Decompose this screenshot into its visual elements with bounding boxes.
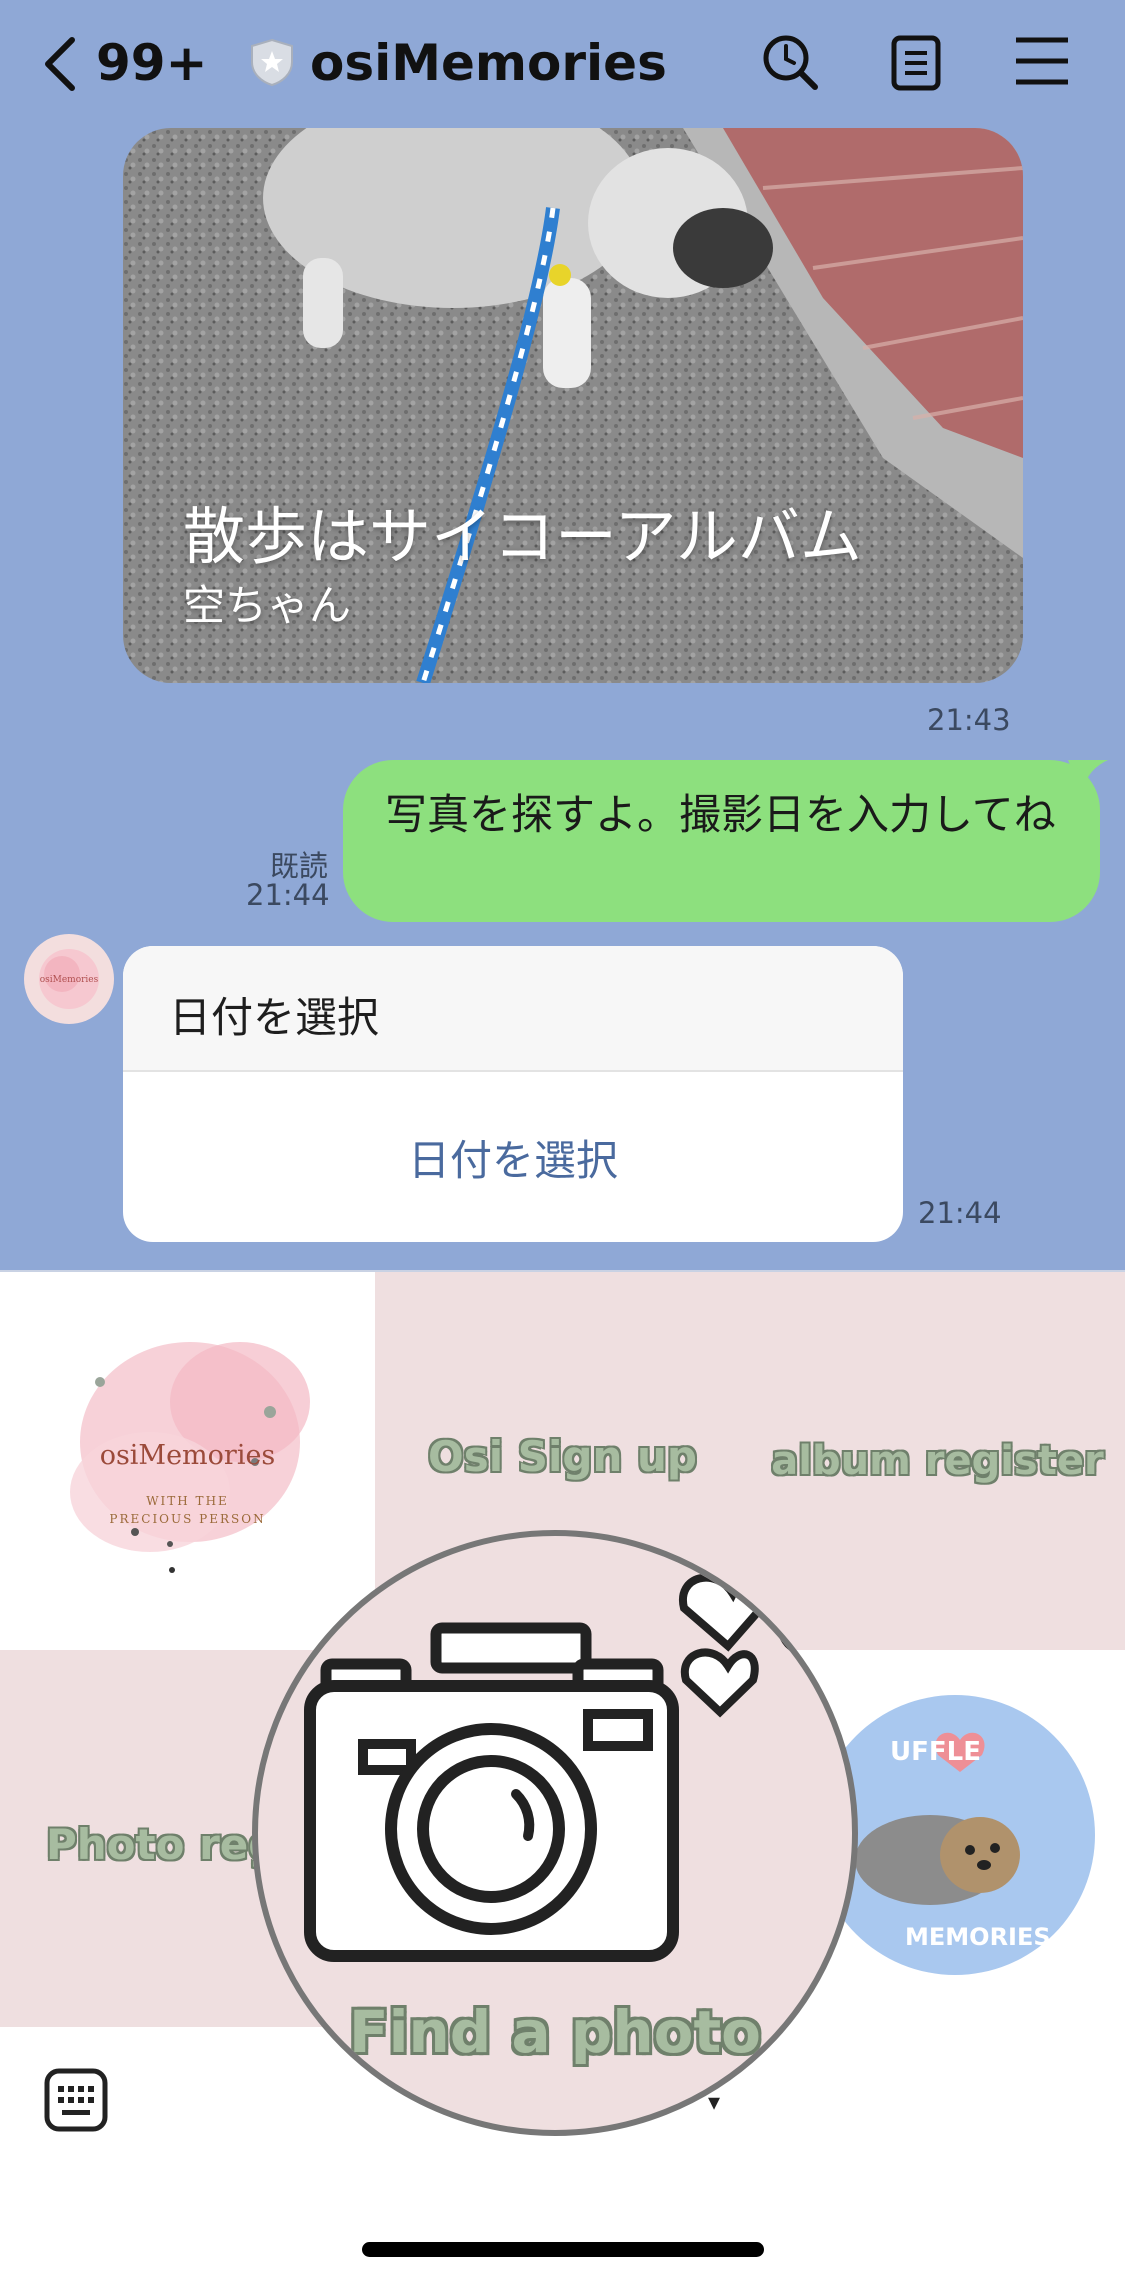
- logo-tagline-2: PRECIOUS PERSON: [109, 1512, 266, 1526]
- date-picker-time: 21:44: [918, 1196, 1002, 1230]
- find-photo-magnifier[interactable]: Find a photo: [252, 1530, 858, 2136]
- album-register-label: album register: [771, 1438, 1104, 1484]
- osi-signup-label: Osi Sign up: [428, 1432, 697, 1481]
- shield-star-icon: [251, 38, 293, 86]
- badge-bottom-text: MEMORIES: [905, 1923, 1051, 1951]
- keyboard-icon[interactable]: [44, 2068, 108, 2132]
- chat-area: 散歩はサイコーアルバム 空ちゃん 21:43 既読 21:44 写真を探すよ。撮…: [0, 0, 1125, 1270]
- unread-count[interactable]: 99+: [96, 38, 207, 88]
- logo-name: osiMemories: [99, 1440, 276, 1471]
- sent-message-text: 写真を探すよ。撮影日を入力してね: [385, 790, 1056, 839]
- badge-top-text: UFFLE: [890, 1737, 981, 1767]
- date-picker-title: 日付を選択: [169, 993, 380, 1042]
- notes-icon[interactable]: [888, 34, 944, 92]
- select-date-button[interactable]: 日付を選択: [123, 1072, 903, 1242]
- date-picker-header: 日付を選択: [123, 946, 903, 1072]
- sent-time: 21:44: [246, 878, 330, 912]
- chevron-left-icon[interactable]: [40, 36, 80, 92]
- album-owner: 空ちゃん: [183, 581, 352, 630]
- logo-tagline-1: WITH THE: [146, 1494, 229, 1508]
- chat-name: osiMemories: [310, 34, 667, 92]
- avatar-text: osiMemories: [40, 975, 99, 985]
- avatar-logo: osiMemories: [39, 949, 99, 1009]
- album-card[interactable]: 散歩はサイコーアルバム 空ちゃん: [123, 128, 1023, 683]
- album-time: 21:43: [927, 703, 1011, 737]
- home-indicator[interactable]: [362, 2242, 764, 2257]
- avatar[interactable]: osiMemories: [24, 934, 114, 1024]
- chat-header: 99+ osiMemories: [0, 0, 1125, 125]
- menu-icon[interactable]: [1014, 36, 1070, 86]
- search-icon[interactable]: [760, 32, 820, 92]
- album-title: 散歩はサイコーアルバム: [183, 500, 862, 573]
- sent-message[interactable]: 写真を探すよ。撮影日を入力してね: [343, 760, 1100, 922]
- find-photo-label: Find a photo: [348, 1998, 762, 2066]
- date-picker-card: 日付を選択 日付を選択: [123, 946, 903, 1242]
